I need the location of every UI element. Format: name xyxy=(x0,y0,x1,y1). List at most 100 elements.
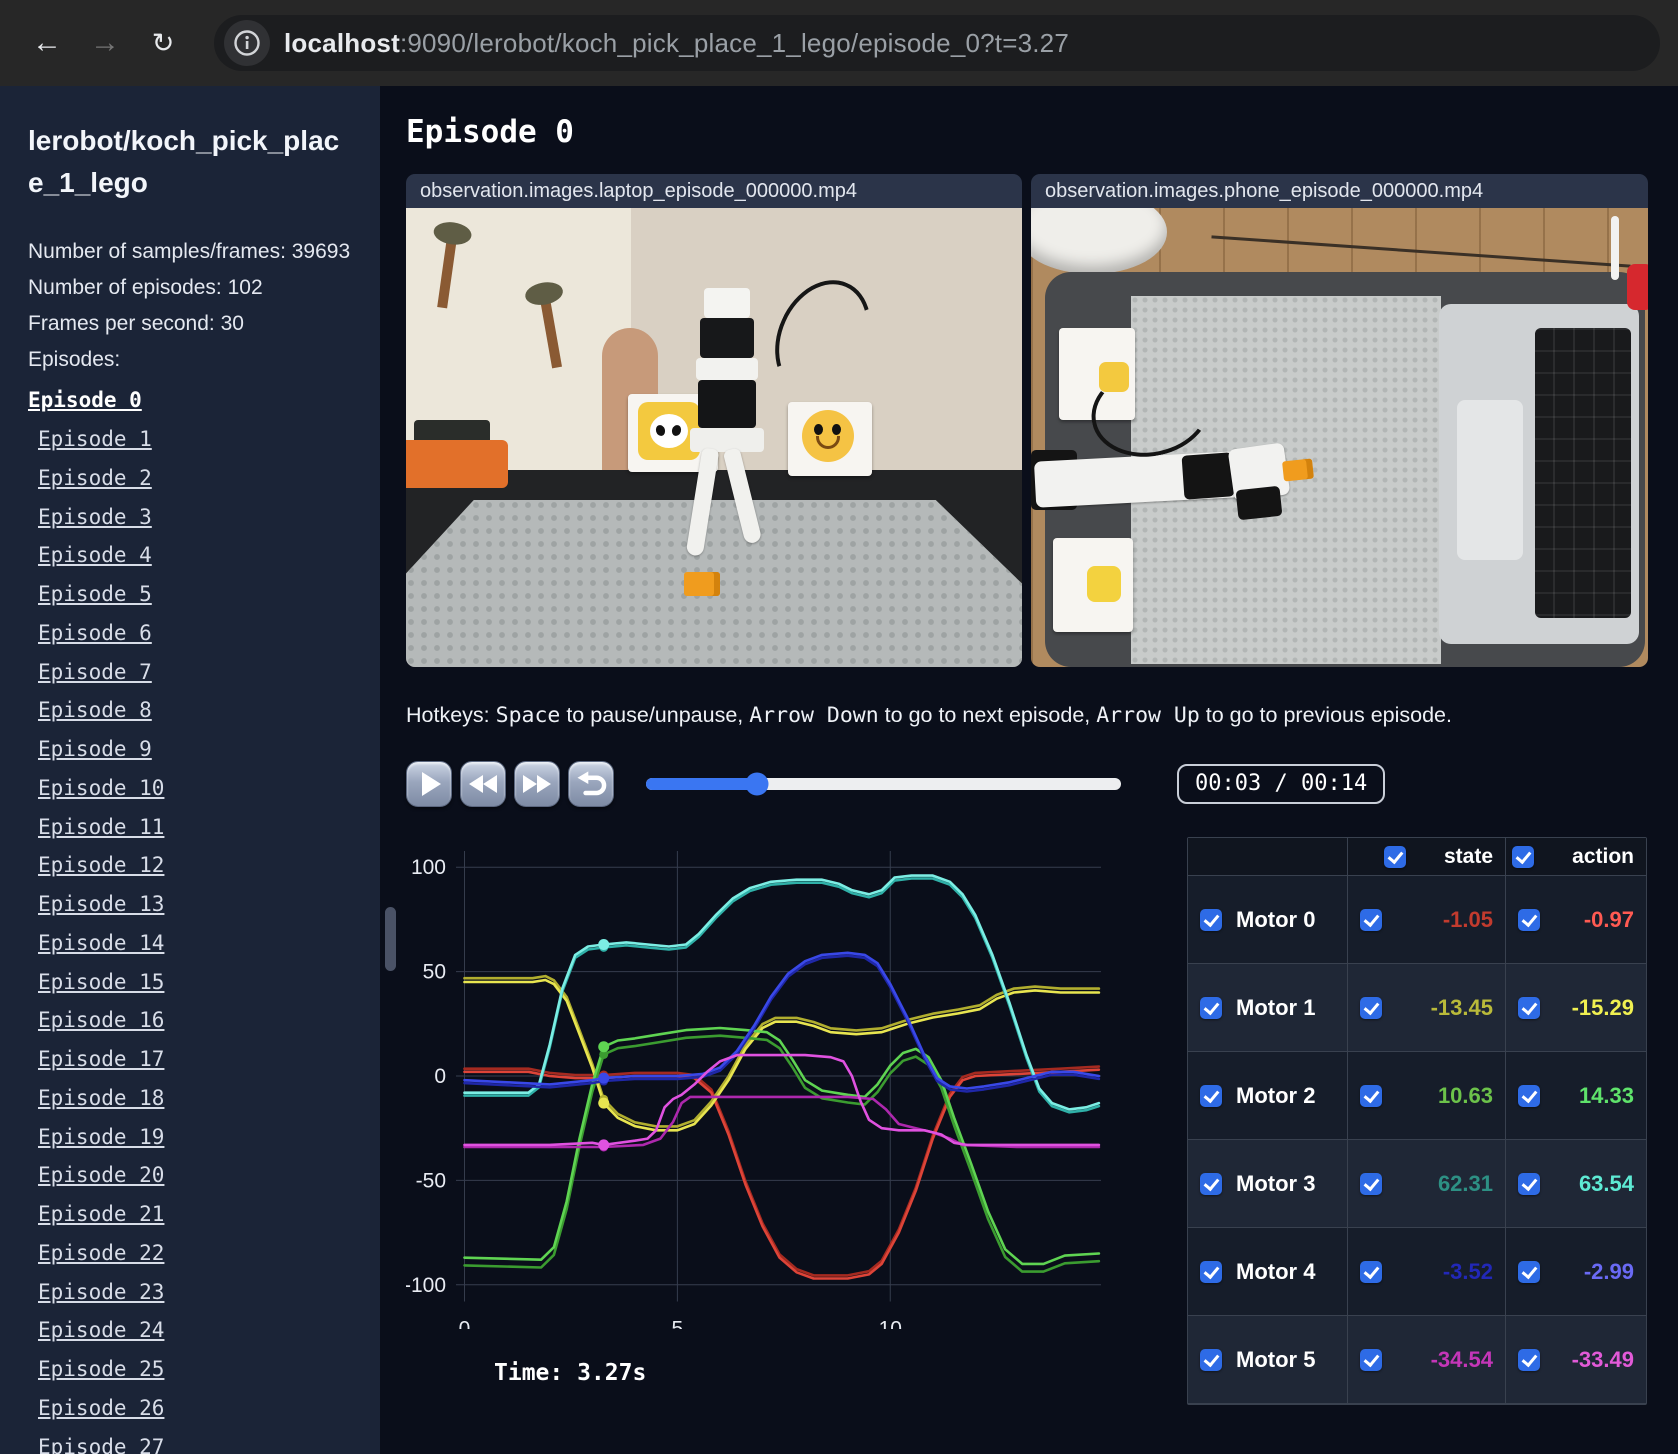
hotkey-arrow-down: Arrow Down xyxy=(749,703,879,728)
svg-text:100: 100 xyxy=(411,856,446,879)
episode-link-8[interactable]: Episode 8 xyxy=(38,694,352,727)
episode-link-17[interactable]: Episode 17 xyxy=(38,1043,352,1076)
scrollbar-thumb[interactable] xyxy=(385,907,396,971)
reload-icon[interactable]: ↻ xyxy=(141,21,185,65)
episode-link-24[interactable]: Episode 24 xyxy=(38,1314,352,1347)
motor-0-state-checkbox[interactable] xyxy=(1360,908,1382,931)
episode-link-22[interactable]: Episode 22 xyxy=(38,1237,352,1270)
main-panel: Episode 0 observation.images.laptop_epis… xyxy=(380,86,1678,1454)
episodes-label: Episodes: xyxy=(28,348,121,372)
motor-4-action-checkbox[interactable] xyxy=(1518,1260,1540,1283)
episode-link-6[interactable]: Episode 6 xyxy=(38,617,352,650)
forward-icon[interactable]: → xyxy=(83,21,127,65)
chart-column: -100 -50 0 50 100 0 5 10 Time: 3.27s xyxy=(404,837,1106,1405)
episode-link-3[interactable]: Episode 3 xyxy=(38,501,352,534)
state-cell-motor-4: -3.52 xyxy=(1348,1228,1506,1316)
episode-link-5[interactable]: Episode 5 xyxy=(38,578,352,611)
episode-link-23[interactable]: Episode 23 xyxy=(38,1276,352,1309)
motor-2-state-checkbox[interactable] xyxy=(1360,1084,1382,1107)
video-card-phone[interactable]: observation.images.phone_episode_000000.… xyxy=(1031,174,1648,667)
episode-link-15[interactable]: Episode 15 xyxy=(38,966,352,999)
episode-link-16[interactable]: Episode 16 xyxy=(38,1004,352,1037)
table-row-motor-2: Motor 2 xyxy=(1188,1052,1348,1140)
video-card-laptop[interactable]: observation.images.laptop_episode_000000… xyxy=(406,174,1022,667)
motor-4-state-checkbox[interactable] xyxy=(1360,1260,1382,1283)
action-cell-motor-3: 63.54 xyxy=(1506,1140,1646,1228)
motor-label: Motor 1 xyxy=(1236,994,1316,1020)
motor-4-checkbox[interactable] xyxy=(1200,1260,1222,1283)
episode-link-7[interactable]: Episode 7 xyxy=(38,656,352,689)
robot-camera xyxy=(704,288,750,318)
gripper-motor xyxy=(1235,485,1283,521)
episode-link-19[interactable]: Episode 19 xyxy=(38,1121,352,1154)
motor-1-checkbox[interactable] xyxy=(1200,996,1222,1019)
episode-link-4[interactable]: Episode 4 xyxy=(38,539,352,572)
robot-bracket xyxy=(696,358,758,380)
episode-link-13[interactable]: Episode 13 xyxy=(38,888,352,921)
table-row-motor-3: Motor 3 xyxy=(1188,1140,1348,1228)
motor-1-state-checkbox[interactable] xyxy=(1360,996,1382,1019)
robot-motor xyxy=(700,318,754,358)
motor-3-checkbox[interactable] xyxy=(1200,1172,1222,1195)
hug-smile xyxy=(816,436,840,449)
motor-0-checkbox[interactable] xyxy=(1200,908,1222,931)
state-column-checkbox[interactable] xyxy=(1383,845,1406,868)
fast-forward-button[interactable] xyxy=(514,761,560,807)
action-header-cell: action xyxy=(1506,838,1646,876)
motor-2-action-checkbox[interactable] xyxy=(1518,1084,1540,1107)
dataset-info: Number of samples/frames: 39693 Number o… xyxy=(28,234,352,378)
video-frame-laptop xyxy=(406,208,1022,667)
episode-link-26[interactable]: Episode 26 xyxy=(38,1392,352,1425)
site-info-icon[interactable] xyxy=(224,20,270,66)
state-cell-motor-3: 62.31 xyxy=(1348,1140,1506,1228)
laptop xyxy=(1439,304,1639,644)
episode-link-1[interactable]: Episode 1 xyxy=(38,423,352,456)
episode-link-25[interactable]: Episode 25 xyxy=(38,1353,352,1386)
motor-5-state-value: -34.54 xyxy=(1430,1346,1493,1372)
motor-2-checkbox[interactable] xyxy=(1200,1084,1222,1107)
fast-forward-icon xyxy=(537,775,551,793)
episode-link-2[interactable]: Episode 2 xyxy=(38,462,352,495)
state-header-label: state xyxy=(1443,844,1493,868)
motors-chart[interactable]: -100 -50 0 50 100 0 5 10 xyxy=(404,837,1106,1341)
table-row-motor-1: Motor 1 xyxy=(1188,964,1348,1052)
motor-1-action-checkbox[interactable] xyxy=(1518,996,1540,1019)
episode-link-20[interactable]: Episode 20 xyxy=(38,1159,352,1192)
slider-thumb[interactable] xyxy=(745,772,769,796)
action-header-label: action xyxy=(1572,844,1634,868)
hotkey-arrow-up: Arrow Up xyxy=(1096,703,1200,728)
video-progress-slider[interactable] xyxy=(646,772,1121,796)
episode-link-12[interactable]: Episode 12 xyxy=(38,849,352,882)
motor-1-state-value: -13.45 xyxy=(1430,994,1493,1020)
episode-link-10[interactable]: Episode 10 xyxy=(38,772,352,805)
motor-0-action-checkbox[interactable] xyxy=(1518,908,1540,931)
episode-link-0[interactable]: Episode 0 xyxy=(28,384,352,417)
loop-button[interactable] xyxy=(568,761,614,807)
motor-2-action-value: 14.33 xyxy=(1578,1082,1634,1108)
motor-5-action-checkbox[interactable] xyxy=(1518,1348,1540,1371)
back-icon[interactable]: ← xyxy=(25,21,69,65)
episode-link-9[interactable]: Episode 9 xyxy=(38,733,352,766)
episode-link-18[interactable]: Episode 18 xyxy=(38,1082,352,1115)
episode-link-21[interactable]: Episode 21 xyxy=(38,1198,352,1231)
episode-link-14[interactable]: Episode 14 xyxy=(38,927,352,960)
motor-label: Motor 0 xyxy=(1236,906,1316,932)
state-cell-motor-1: -13.45 xyxy=(1348,964,1506,1052)
url-bar[interactable]: localhost:9090/lerobot/koch_pick_place_1… xyxy=(214,15,1660,71)
motor-5-state-checkbox[interactable] xyxy=(1360,1348,1382,1371)
rewind-button[interactable] xyxy=(460,761,506,807)
hug-emoji-face xyxy=(802,410,854,462)
motor-3-state-checkbox[interactable] xyxy=(1360,1172,1382,1195)
svg-text:5: 5 xyxy=(672,1318,684,1329)
episode-link-27[interactable]: Episode 27 xyxy=(38,1431,352,1454)
motor-5-checkbox[interactable] xyxy=(1200,1348,1222,1371)
episode-link-11[interactable]: Episode 11 xyxy=(38,811,352,844)
svg-text:0: 0 xyxy=(459,1318,471,1329)
play-button[interactable] xyxy=(406,761,452,807)
motor-3-action-checkbox[interactable] xyxy=(1518,1172,1540,1195)
action-column-checkbox[interactable] xyxy=(1512,845,1535,868)
robot-motor xyxy=(698,380,756,428)
slider-fill xyxy=(646,778,758,790)
emoji-card xyxy=(1087,566,1121,602)
motor-5-action-value: -33.49 xyxy=(1571,1346,1634,1372)
